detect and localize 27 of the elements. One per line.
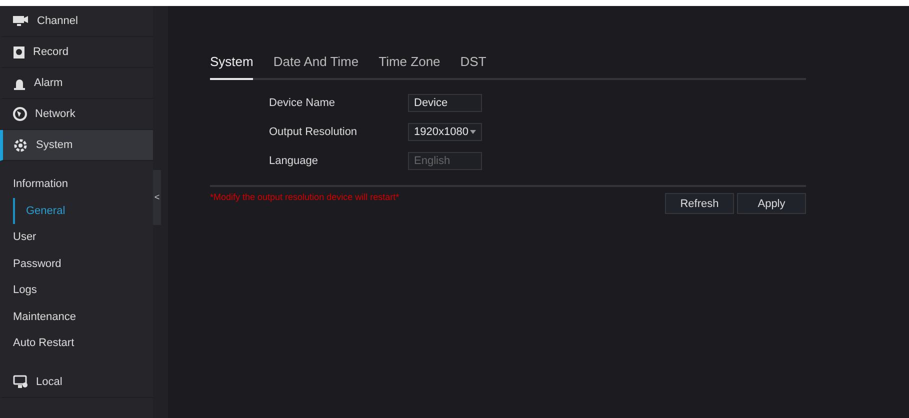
sidebar-subitem[interactable]: Logs: [0, 277, 153, 304]
tab[interactable]: DST: [460, 54, 486, 80]
tab[interactable]: System: [210, 54, 254, 80]
field-label: Device Name: [269, 97, 336, 109]
apply-button[interactable]: Apply: [737, 193, 806, 214]
tab[interactable]: Time Zone: [378, 54, 440, 80]
field-label: Language: [269, 155, 319, 167]
caret-icon: [470, 130, 476, 134]
sidebar-subitem[interactable]: User: [0, 224, 153, 250]
settings-icon: [13, 138, 28, 152]
sidebar-subitem[interactable]: Auto Restart: [0, 330, 153, 356]
tab[interactable]: Date And Time: [273, 54, 359, 80]
warning-text: *Modify the output resolution device will restart*: [210, 192, 400, 202]
alarm-light-icon: [13, 76, 26, 90]
input-field[interactable]: Device: [408, 94, 482, 112]
resolution-dropdown[interactable]: 1920x1080: [408, 123, 482, 141]
monitor-camera-icon: [13, 15, 29, 27]
collapse-handle[interactable]: <: [153, 170, 161, 224]
sidebar-subitem[interactable]: Maintenance: [0, 304, 153, 330]
refresh-button[interactable]: Refresh: [665, 193, 734, 214]
sidebar-subitem[interactable]: Password: [0, 250, 153, 277]
record-icon: [13, 46, 25, 58]
field-label: Output Resolution: [269, 126, 358, 138]
sidebar-item[interactable]: System: [0, 130, 153, 161]
sidebar-subitem[interactable]: Information: [0, 171, 153, 198]
globe-icon: [13, 107, 27, 121]
monitor-icon: [13, 374, 28, 388]
